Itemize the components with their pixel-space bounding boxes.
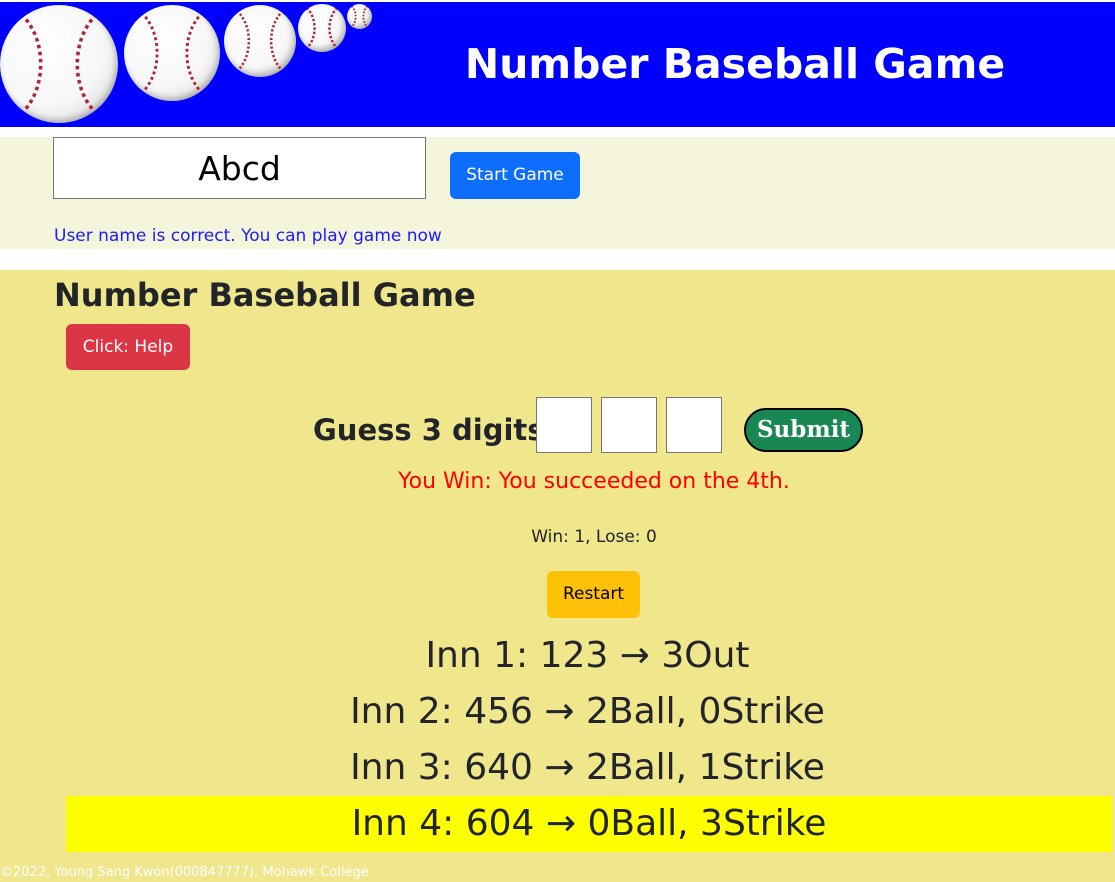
game-title: Number Baseball Game: [54, 276, 476, 314]
inning-row: Inn 1: 123 → 3Out: [425, 635, 750, 676]
result-message: You Win: You succeeded on the 4th.: [398, 469, 790, 494]
inning-row: Inn 3: 640 → 2Ball, 1Strike: [350, 747, 825, 788]
submit-button[interactable]: Submit: [744, 408, 863, 452]
username-input[interactable]: [53, 137, 426, 199]
digit-input-1[interactable]: [536, 397, 592, 453]
user-status-message: User name is correct. You can play game …: [54, 226, 442, 246]
help-button[interactable]: Click: Help: [66, 324, 190, 370]
header-title: Number Baseball Game: [464, 40, 1006, 88]
inning-row-winning: Inn 4: 604 → 0Ball, 3Strike: [66, 796, 1112, 852]
innings-list: Inn 1: 123 → 3Out Inn 2: 456 → 2Ball, 0S…: [0, 628, 1115, 852]
inning-row: Inn 2: 456 → 2Ball, 0Strike: [350, 691, 825, 732]
baseball-icon: [224, 5, 296, 77]
header-banner: Number Baseball Game: [0, 2, 1115, 127]
guess-label: Guess 3 digits:: [313, 413, 557, 447]
restart-button[interactable]: Restart: [547, 571, 640, 618]
score-display: Win: 1, Lose: 0: [531, 527, 657, 547]
game-panel: Number Baseball Game Click: Help Guess 3…: [0, 270, 1115, 882]
digit-input-3[interactable]: [666, 397, 722, 453]
digit-input-2[interactable]: [601, 397, 657, 453]
baseball-icon: [124, 5, 220, 101]
baseball-icon: [0, 5, 118, 123]
baseball-icon: [347, 4, 372, 29]
user-panel: Start Game User name is correct. You can…: [0, 137, 1115, 249]
start-game-button[interactable]: Start Game: [450, 152, 580, 199]
footer-copyright: ©2022, Young Sang Kwon(000847777), Mohaw…: [0, 865, 369, 880]
baseball-icon: [298, 4, 346, 52]
